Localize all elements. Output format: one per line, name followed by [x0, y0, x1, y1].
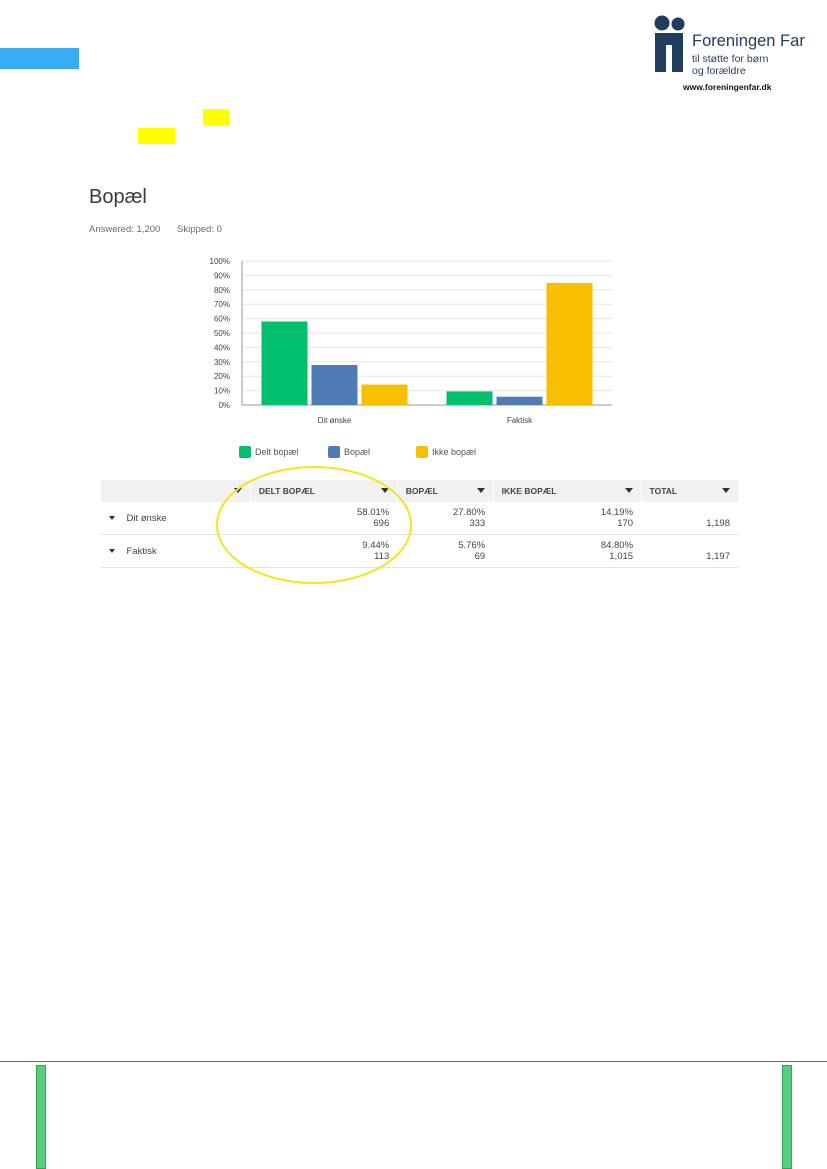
y-tick-label: 20% [214, 372, 230, 381]
footer-accent-left [36, 1065, 46, 1169]
bar [261, 321, 308, 405]
table-header-corner[interactable] [100, 480, 251, 502]
cell-percent: 27.80% [452, 507, 486, 518]
cell-percent: 5.76% [458, 540, 486, 551]
row-label-text: Dit ønske [126, 512, 167, 524]
legend-item-bopael: Bopæl [328, 446, 370, 458]
y-tick-label: 40% [214, 343, 230, 352]
y-tick-label: 30% [214, 358, 230, 367]
bar [361, 384, 408, 405]
y-tick-label: 80% [214, 286, 230, 295]
table-cell-total: 1,198 [641, 502, 738, 535]
legend-swatch [239, 446, 251, 458]
expand-caret-icon[interactable] [108, 515, 115, 520]
cell-percent [649, 507, 730, 518]
legend-item-ikke-bopael: Ikke bopæl [416, 446, 476, 458]
highlight-mark [203, 109, 229, 125]
footer-accent-right [782, 1065, 792, 1169]
header-label: BOPÆL [405, 486, 438, 496]
y-tick-label: 90% [214, 271, 230, 280]
table-header-row: DELT BOPÆL BOPÆL IKKE BOPÆL TOTAL [100, 480, 738, 502]
sort-caret-icon [233, 488, 242, 493]
sort-caret-icon [624, 488, 633, 493]
table-cell: 5.76% 69 [397, 534, 494, 568]
x-tick-label: Faktisk [507, 416, 533, 425]
header-label: TOTAL [649, 486, 678, 496]
table-cell: 27.80% 333 [397, 502, 494, 535]
cell-count: 333 [469, 518, 486, 529]
expand-caret-icon[interactable] [108, 548, 115, 553]
row-label-text: Faktisk [126, 545, 157, 557]
y-tick-label: 0% [218, 401, 230, 410]
bar-chart: 0% 10% 20% 30% 40% 50% 60% 70% 80% 90% 100% Dit øns… [210, 257, 612, 425]
table-row: Faktisk 9.44% 113 5.76% 69 84.80% 1,015 1,1… [100, 534, 738, 568]
highlight-mark [138, 128, 175, 144]
y-tick-label: 50% [214, 329, 230, 338]
cell-percent: 9.44% [362, 540, 390, 551]
cell-percent: 58.01% [357, 507, 390, 518]
cell-count: 113 [374, 551, 390, 562]
table-header-total[interactable]: TOTAL [640, 480, 738, 502]
table-header-delt-bopael[interactable]: DELT BOPÆL [249, 480, 398, 502]
legend-label: Ikke bopæl [432, 447, 477, 457]
legend-label: Bopæl [344, 447, 371, 457]
cell-count: 1,197 [706, 551, 730, 562]
y-tick-label: 100% [210, 257, 230, 266]
header-label: DELT BOPÆL [258, 486, 315, 496]
answered-count: Answered: 1,200 [89, 224, 161, 235]
y-tick-label: 60% [214, 315, 230, 324]
header-accent-bar [0, 48, 79, 69]
logo-url: www.foreningenfar.dk [683, 82, 772, 92]
bar [546, 282, 593, 405]
legend-swatch [328, 446, 340, 458]
legend-item-delt-bopael: Delt bopæl [239, 446, 299, 458]
cell-percent: 84.80% [600, 540, 634, 551]
logo-tagline: til støtte for børn og forældre [692, 53, 768, 77]
cell-count: 1,015 [609, 551, 634, 562]
cell-percent: 14.19% [600, 507, 634, 518]
logo-tagline-line: og forældre [692, 65, 746, 77]
foreningen-far-logo [654, 15, 685, 72]
table-cell: 58.01% 696 [250, 502, 398, 535]
table-header-ikke-bopael[interactable]: IKKE BOPÆL [492, 480, 642, 502]
table-cell: 14.19% 170 [493, 502, 642, 535]
x-tick-label: Dit ønske [318, 416, 352, 425]
y-tick-label: 10% [214, 387, 230, 396]
sort-caret-icon [380, 488, 389, 493]
cell-count: 696 [373, 518, 390, 529]
table-cell: 9.44% 113 [250, 534, 398, 568]
cell-count: 1,198 [706, 518, 730, 529]
footer-divider [0, 1061, 827, 1062]
legend-swatch [416, 446, 428, 458]
table-cell: 84.80% 1,015 [493, 534, 642, 568]
cell-percent [649, 540, 730, 551]
table-header-bopael[interactable]: BOPÆL [396, 480, 494, 502]
table-cell-total: 1,197 [641, 534, 738, 568]
row-label[interactable]: Dit ønske [100, 502, 251, 535]
bar [496, 396, 543, 405]
table-row: Dit ønske 58.01% 696 27.80% 333 14.19% 170 … [100, 502, 738, 535]
bar [311, 364, 358, 405]
skipped-count: Skipped: 0 [177, 224, 222, 235]
cell-count: 69 [474, 551, 486, 562]
logo-name: Foreningen Far [692, 32, 805, 50]
y-tick-label: 70% [214, 300, 230, 309]
logo-tagline-line: til støtte for børn [692, 53, 769, 65]
sort-caret-icon [722, 488, 730, 493]
bar [446, 391, 493, 405]
header-label: IKKE BOPÆL [501, 486, 557, 496]
row-label[interactable]: Faktisk [100, 534, 251, 568]
cell-count: 170 [617, 518, 634, 529]
results-table: DELT BOPÆL BOPÆL IKKE BOPÆL TOTAL Dit øn… [100, 480, 738, 568]
sort-caret-icon [476, 488, 485, 493]
question-title: Bopæl [89, 186, 147, 208]
legend-label: Delt bopæl [255, 447, 299, 457]
